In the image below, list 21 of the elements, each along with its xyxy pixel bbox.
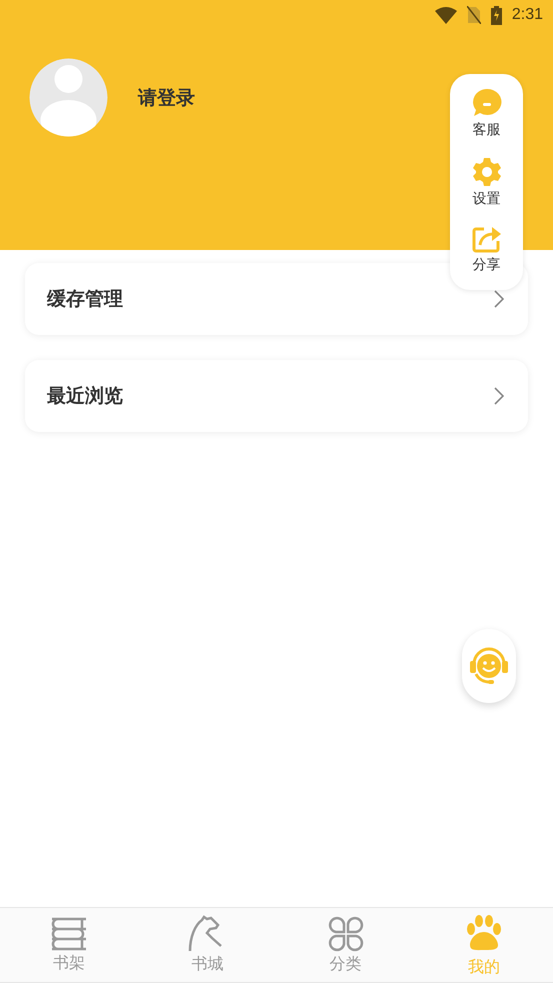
menu-card[interactable]: 最近浏览: [25, 360, 528, 432]
quick-menu-item[interactable]: 设置: [472, 190, 500, 208]
menu-label: 缓存管理: [47, 287, 123, 312]
chevron-right-icon: [494, 387, 504, 405]
share-icon: [472, 225, 502, 254]
chat-bubble-icon: [472, 88, 502, 118]
grid-icon: [326, 915, 365, 953]
chevron-right-icon: [494, 290, 504, 308]
menu-label: 最近浏览: [47, 384, 123, 409]
support-button[interactable]: [462, 629, 516, 703]
battery-charging-icon: [490, 6, 502, 24]
paw-icon: [466, 912, 501, 950]
wifi-icon: [434, 6, 457, 24]
quick-menu-item[interactable]: 客服: [472, 121, 500, 139]
avatar-icon[interactable]: [29, 58, 108, 137]
headset-smiley-icon: [468, 646, 510, 686]
status-time: 2:31: [512, 6, 543, 24]
settings-icon: [472, 156, 502, 187]
login-prompt[interactable]: 请登录: [138, 84, 195, 110]
no-sim-icon: [466, 6, 481, 24]
bookshelf-icon: [50, 916, 88, 952]
